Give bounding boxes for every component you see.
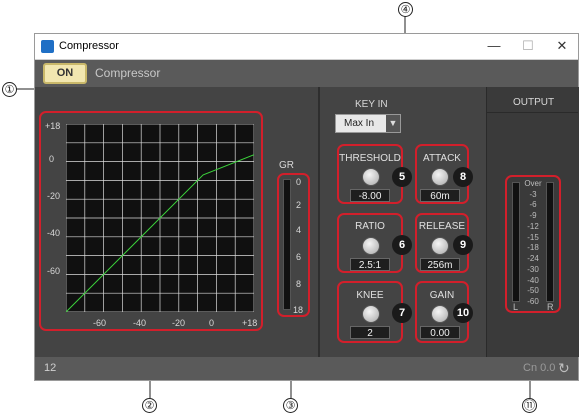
title-bar: Compressor — ☐ ✕ xyxy=(35,34,578,60)
component-title: Compressor xyxy=(95,66,161,80)
callout-11: ⑪ xyxy=(522,398,537,413)
gr-meter-bar xyxy=(283,179,291,310)
output-scale-label: -3 xyxy=(529,189,537,199)
compressor-window: Compressor — ☐ ✕ ON Compressor +18 0 -20… xyxy=(34,33,579,381)
on-button[interactable]: ON xyxy=(43,63,87,84)
gr-tick-3: 6 xyxy=(296,252,302,262)
y-tick-2: -20 xyxy=(47,191,61,201)
gr-highlight xyxy=(277,173,310,317)
status-left-text: 12 xyxy=(44,362,57,374)
key-in-dropdown[interactable]: Max In ▼ xyxy=(335,114,401,133)
output-header-divider xyxy=(486,112,578,113)
ratio-label: RATIO xyxy=(355,221,385,232)
attack-value[interactable]: 60m xyxy=(420,189,460,202)
knee-label: KNEE xyxy=(356,290,384,301)
output-meter-left xyxy=(512,182,520,302)
x-tick-2: -20 xyxy=(172,318,186,328)
output-scale-label: Over xyxy=(524,179,542,188)
callout-3: ③ xyxy=(283,398,298,413)
knee-knob[interactable] xyxy=(362,305,380,323)
release-knob[interactable] xyxy=(431,237,449,255)
output-scale-label: -15 xyxy=(527,232,539,242)
marker-9: 9 xyxy=(453,235,473,255)
divider-left xyxy=(318,87,320,357)
gain-knob[interactable] xyxy=(431,305,449,323)
release-value[interactable]: 256m xyxy=(420,258,460,271)
output-title: OUTPUT xyxy=(513,97,555,108)
threshold-value[interactable]: -8.00 xyxy=(350,189,390,202)
gr-title: GR xyxy=(279,160,294,171)
ratio-value[interactable]: 2.5:1 xyxy=(350,258,390,271)
output-scale-label: -60 xyxy=(527,297,539,306)
release-label: RELEASE xyxy=(418,221,466,232)
gr-tick-5: 18 xyxy=(293,305,304,315)
output-scale-label: -50 xyxy=(527,286,539,296)
close-button[interactable]: ✕ xyxy=(547,37,577,55)
window-title: Compressor xyxy=(59,40,119,52)
marker-5: 5 xyxy=(392,167,412,187)
attack-label: ATTACK xyxy=(423,153,461,164)
y-tick-3: -40 xyxy=(47,228,61,238)
key-in-label: KEY IN xyxy=(355,99,388,110)
y-tick-0: +18 xyxy=(45,121,61,131)
maximize-button[interactable]: ☐ xyxy=(513,37,543,55)
refresh-icon[interactable]: ↻ xyxy=(558,360,570,377)
chevron-down-icon[interactable]: ▼ xyxy=(386,115,400,132)
gr-tick-0: 0 xyxy=(296,177,302,187)
output-meter-right xyxy=(546,182,554,302)
x-tick-1: -40 xyxy=(133,318,147,328)
minimize-button[interactable]: — xyxy=(479,37,509,55)
callout-2: ② xyxy=(142,398,157,413)
output-scale: Over -3 -6 -9 -12 -15 -18 -24 -30 -40 -50 -60 xyxy=(522,179,544,306)
gr-tick-4: 8 xyxy=(296,279,302,289)
main-panel: +18 0 -20 -40 -60 -60 -40 -20 0 +18 GR 0… xyxy=(35,87,579,357)
key-in-value: Max In xyxy=(344,118,375,129)
output-right-label: R xyxy=(547,302,554,312)
output-left-label: L xyxy=(513,302,519,312)
output-scale-label: -9 xyxy=(529,211,537,221)
status-right-text: Cn 0.0 xyxy=(523,362,556,374)
gr-tick-1: 2 xyxy=(296,200,302,210)
threshold-knob[interactable] xyxy=(362,168,380,186)
output-scale-label: -18 xyxy=(527,243,539,253)
y-tick-4: -60 xyxy=(47,266,61,276)
y-tick-1: 0 xyxy=(49,154,55,164)
marker-10: 10 xyxy=(453,303,473,323)
callout-1: ① xyxy=(2,82,17,97)
marker-6: 6 xyxy=(392,235,412,255)
attack-knob[interactable] xyxy=(431,168,449,186)
gain-value[interactable]: 0.00 xyxy=(420,326,460,339)
output-scale-label: -40 xyxy=(527,275,539,285)
output-scale-label: -12 xyxy=(527,221,539,231)
x-tick-3: 0 xyxy=(209,318,215,328)
callout-4: ④ xyxy=(398,2,413,17)
marker-8: 8 xyxy=(453,167,473,187)
output-scale-label: -30 xyxy=(527,264,539,274)
gain-label: GAIN xyxy=(429,290,455,301)
ratio-knob[interactable] xyxy=(362,237,380,255)
app-icon xyxy=(41,40,54,53)
marker-7: 7 xyxy=(392,303,412,323)
threshold-label: THRESHOLD xyxy=(339,153,401,164)
output-scale-label: -6 xyxy=(529,200,537,210)
x-tick-4: +18 xyxy=(242,318,258,328)
gr-tick-2: 4 xyxy=(296,225,302,235)
x-tick-0: -60 xyxy=(93,318,107,328)
transfer-curve-graph xyxy=(66,124,254,312)
status-bar: 12 Cn 0.0 ↻ xyxy=(35,357,578,380)
knee-value[interactable]: 2 xyxy=(350,326,390,339)
toolbar: ON Compressor xyxy=(35,60,578,87)
output-scale-label: -24 xyxy=(527,254,539,264)
